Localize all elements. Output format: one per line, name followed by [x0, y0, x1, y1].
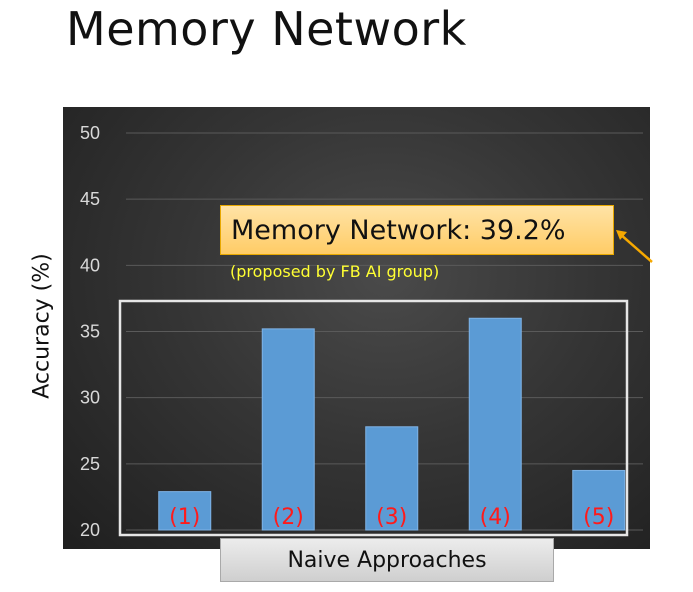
y-tick-label: 30	[80, 388, 100, 408]
y-tick-label: 45	[80, 189, 100, 209]
bar-label: (1)	[169, 505, 200, 530]
memory-network-callout: Memory Network: 39.2%	[220, 205, 614, 255]
y-tick-label: 40	[80, 255, 100, 275]
slide-title: Memory Network	[66, 2, 467, 56]
bar-chart: 20 25 30 35 40 45 50 (1) (2) (3) (4) (5)	[80, 123, 643, 540]
callout-arrow-icon	[616, 230, 653, 263]
bar-label: (2)	[273, 505, 304, 530]
bar-label: (4)	[480, 505, 511, 530]
y-tick-label: 35	[80, 322, 100, 342]
x-axis-label: Naive Approaches	[220, 538, 554, 582]
chart-plot-area: 20 25 30 35 40 45 50 (1) (2) (3) (4) (5)	[63, 107, 650, 549]
bar	[468, 317, 522, 531]
y-axis-label: Accuracy (%)	[29, 253, 55, 399]
bar-label: (3)	[376, 505, 407, 530]
y-tick-label: 25	[80, 454, 100, 474]
y-tick-label: 50	[80, 123, 100, 143]
bar	[261, 328, 315, 531]
callout-note: (proposed by FB AI group)	[230, 262, 440, 281]
bar-label: (5)	[583, 505, 614, 530]
callout-label: Memory Network: 39.2%	[231, 214, 566, 246]
y-tick-label: 20	[80, 520, 100, 540]
